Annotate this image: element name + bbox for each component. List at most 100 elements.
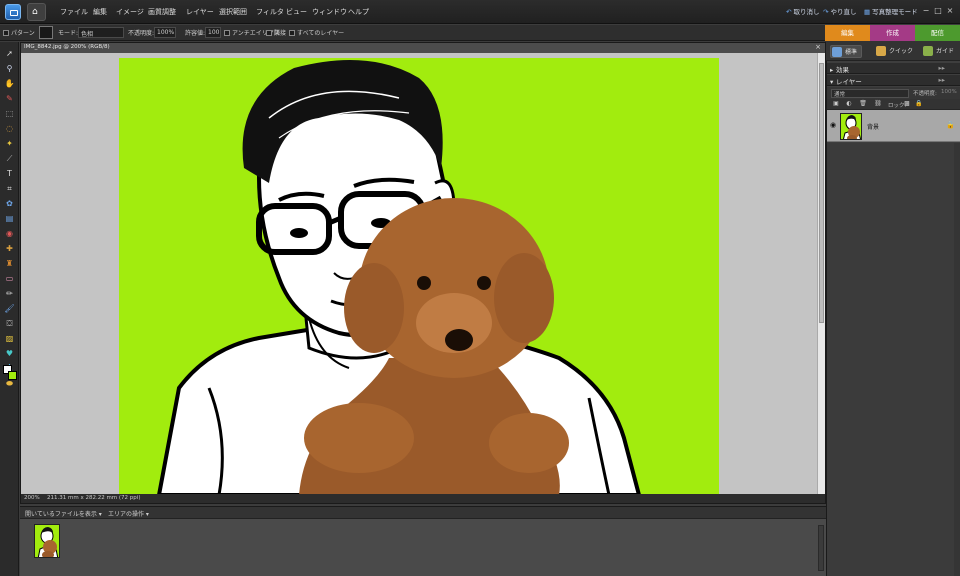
contiguous-option[interactable]: 隣接	[266, 28, 286, 37]
photo-canvas[interactable]	[119, 58, 719, 495]
redo-button[interactable]: ↷ やり直し	[823, 6, 856, 16]
bin-actions-menu[interactable]: エリアの操作 ▾	[108, 509, 149, 518]
background-color-swatch[interactable]	[8, 371, 17, 380]
menu-image[interactable]: イメージ	[116, 7, 144, 17]
clone-stamp-tool-icon[interactable]: ♜	[3, 258, 16, 270]
menu-edit[interactable]: 編集	[93, 7, 107, 17]
document-title: IMG_8842.jpg @ 200% (RGB/8) ×	[21, 43, 825, 53]
layers-panel-header[interactable]: ▾ レイヤー ▸▸	[827, 75, 960, 86]
link-layer-icon[interactable]: ⛓	[874, 100, 882, 108]
tab-share[interactable]: 配信	[915, 25, 960, 41]
hand-tool-icon[interactable]: ✋	[3, 78, 16, 90]
project-bin-header: 開いているファイルを表示 ▾ エリアの操作 ▾	[20, 506, 826, 518]
palette-scrollbar[interactable]	[954, 143, 960, 576]
undo-button[interactable]: ↶ 取り消し	[786, 6, 819, 16]
menu-select[interactable]: 選択範囲	[219, 7, 247, 17]
panel-menu-icon[interactable]: ▸▸	[938, 76, 945, 84]
menu-layer[interactable]: レイヤー	[186, 7, 214, 17]
zoom-level: 200%	[24, 495, 40, 501]
undo-icon: ↶	[786, 8, 792, 16]
eyedropper-tool-icon[interactable]: ✎	[3, 93, 16, 105]
shape-tool-icon[interactable]: ♥	[3, 348, 16, 360]
edited-photo	[156, 60, 642, 495]
tolerance-input[interactable]: 100	[205, 27, 221, 38]
tab-standard-edit[interactable]: 標準	[830, 45, 863, 58]
marquee-tool-icon[interactable]: ⬚	[3, 108, 16, 120]
all-layers-checkbox[interactable]	[289, 30, 295, 36]
move-tool-icon[interactable]: ➚	[3, 48, 16, 60]
crop-tool-icon[interactable]: ⌗	[3, 183, 16, 195]
brush-icon	[832, 47, 842, 57]
maximize-icon[interactable]: □	[932, 6, 944, 15]
tab-quick-fix[interactable]: クイック	[875, 45, 913, 58]
new-layer-icon[interactable]: ▣	[832, 100, 840, 108]
healing-brush-tool-icon[interactable]: ✚	[3, 243, 16, 255]
scrollbar-thumb[interactable]	[819, 63, 824, 323]
menu-filter[interactable]: フィルタ	[256, 7, 284, 17]
bin-file-thumbnail[interactable]	[34, 524, 60, 558]
contiguous-checkbox[interactable]	[266, 30, 272, 36]
tab-create[interactable]: 作成	[870, 25, 915, 41]
palette-bin: ▸ 効果 ▸▸ ▾ レイヤー ▸▸ 通常 不透明度: 100% ▣ ◐ 🗑 ⛓ ロック:…	[826, 61, 960, 576]
home-button[interactable]: ⌂	[27, 3, 46, 21]
mode-select[interactable]: 色相	[78, 27, 124, 38]
layer-options-row: 通常 不透明度: 100%	[827, 87, 960, 99]
close-icon[interactable]: ×	[944, 6, 956, 15]
pencil-tool-icon[interactable]: ✏	[3, 288, 16, 300]
organizer-button[interactable]: ▦ 写真整理モード	[864, 6, 918, 16]
layer-thumbnail-image	[842, 115, 861, 139]
mode-label: モード:	[58, 30, 79, 37]
text-tool-icon[interactable]: T	[3, 168, 16, 180]
all-layers-option[interactable]: すべてのレイヤー	[289, 28, 344, 37]
red-eye-tool-icon[interactable]: ◉	[3, 228, 16, 240]
document-close-icon[interactable]: ×	[815, 43, 821, 51]
mode-tabs: 編集 作成 配信	[825, 25, 960, 41]
layer-opacity-value[interactable]: 100%	[941, 89, 957, 95]
paint-bucket-tool-icon[interactable]: ⛋	[3, 318, 16, 330]
tab-edit[interactable]: 編集	[825, 25, 870, 41]
cookie-cutter-tool-icon[interactable]: ✿	[3, 198, 16, 210]
layers-panel-empty-area	[827, 143, 960, 576]
minimize-icon[interactable]: −	[920, 6, 932, 15]
lock-transparency-icon[interactable]: ▩	[903, 100, 911, 108]
layer-row-background[interactable]: ◉ 背景 🔒	[827, 110, 960, 142]
tab-guided-edit[interactable]: ガイド	[922, 45, 954, 58]
pattern-swatch[interactable]	[39, 26, 53, 39]
gradient-tool-icon[interactable]: ▨	[3, 333, 16, 345]
menu-enhance[interactable]: 画質調整	[148, 7, 176, 17]
magic-wand-tool-icon[interactable]: ✦	[3, 138, 16, 150]
effects-panel-header[interactable]: ▸ 効果 ▸▸	[827, 63, 960, 74]
project-bin	[20, 518, 826, 576]
panel-menu-icon[interactable]: ▸▸	[938, 64, 945, 72]
redo-icon: ↷	[823, 8, 829, 16]
delete-layer-icon[interactable]: 🗑	[859, 100, 867, 108]
bin-scrollbar[interactable]	[818, 525, 824, 571]
eye-icon[interactable]: ◉	[830, 121, 836, 129]
app-logo-icon[interactable]	[5, 4, 21, 20]
edit-subtabs: 標準 クイック ガイド	[825, 41, 960, 61]
menu-view[interactable]: ビュー	[286, 7, 307, 17]
brush-tool-icon[interactable]: 🖌	[3, 303, 16, 315]
home-icon: ⌂	[32, 7, 38, 17]
menu-window[interactable]: ウィンドウ	[312, 7, 347, 17]
lasso-tool-icon[interactable]: ◌	[3, 123, 16, 135]
opacity-input[interactable]: 100%	[154, 27, 176, 38]
pattern-option[interactable]: パターン	[3, 28, 35, 37]
eraser-tool-icon[interactable]: ▭	[3, 273, 16, 285]
guide-icon	[923, 46, 933, 56]
antialias-checkbox[interactable]	[224, 30, 230, 36]
toolbox: ➚ ⚲ ✋ ✎ ⬚ ◌ ✦ ⟋ T ⌗ ✿ ▤ ◉ ✚ ♜ ▭ ✏ 🖌 ⛋ ▨ …	[0, 42, 19, 576]
straighten-tool-icon[interactable]: ▤	[3, 213, 16, 225]
canvas-vertical-scrollbar[interactable]	[817, 53, 825, 495]
pattern-checkbox[interactable]	[3, 30, 9, 36]
selection-brush-tool-icon[interactable]: ⟋	[3, 153, 16, 165]
blend-mode-select[interactable]: 通常	[831, 89, 909, 98]
menu-file[interactable]: ファイル	[60, 7, 88, 17]
adjustment-layer-icon[interactable]: ◐	[845, 100, 853, 108]
menu-help[interactable]: ヘルプ	[348, 7, 369, 17]
zoom-tool-icon[interactable]: ⚲	[3, 63, 16, 75]
lock-all-icon[interactable]: 🔒	[915, 100, 923, 108]
show-open-files-select[interactable]: 開いているファイルを表示 ▾	[25, 509, 102, 518]
canvas-area[interactable]	[21, 53, 818, 495]
tolerance-label: 許容値:	[185, 30, 206, 37]
